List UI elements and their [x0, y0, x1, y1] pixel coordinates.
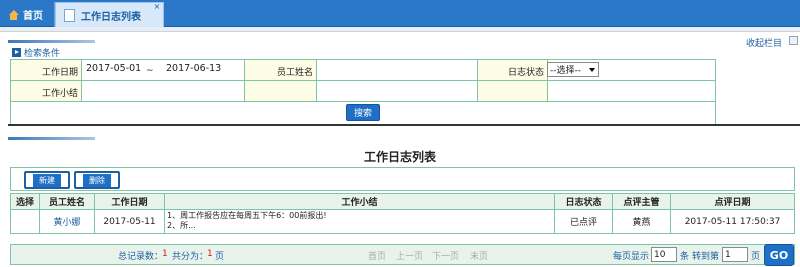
- tab-home-label: 首页: [23, 11, 43, 22]
- new-button[interactable]: 新建: [24, 171, 70, 189]
- per-page-label: 每页显示: [613, 252, 650, 262]
- grid-line: [715, 59, 716, 125]
- col-header-status[interactable]: 日志状态: [555, 194, 613, 209]
- total-pages-label: 共分为：: [172, 252, 209, 262]
- total-records-value: 1: [162, 249, 168, 259]
- summary-line-1: 1、周工作报告应在每周五下午6：00前报出!: [167, 211, 327, 220]
- collapse-link[interactable]: 收起栏目: [746, 36, 782, 49]
- grid-line: [81, 59, 82, 102]
- reviewer-cell: 黄燕: [613, 210, 671, 233]
- per-page-unit: 条: [680, 252, 690, 262]
- log-status-selected: --选择--: [550, 66, 581, 76]
- section-strip: [8, 137, 95, 140]
- go-button[interactable]: GO: [764, 244, 794, 266]
- document-icon: [64, 8, 75, 22]
- work-date-cell: 2017-05-11: [95, 210, 165, 233]
- delete-button-label: 删除: [83, 173, 111, 187]
- date-from-input[interactable]: 2017-05-01: [86, 63, 141, 74]
- tab-subbar: [0, 27, 800, 32]
- search-title-label: 检索条件: [24, 49, 61, 59]
- goto-unit: 页: [751, 252, 761, 262]
- col-header-select: 选择: [11, 194, 40, 209]
- goto-page-input[interactable]: 1: [722, 247, 748, 262]
- label-cell: [477, 81, 547, 101]
- grid-line: [10, 101, 716, 102]
- prev-page-link[interactable]: 上一页: [396, 249, 423, 262]
- next-page-link[interactable]: 下一页: [432, 249, 459, 262]
- grid-line: [10, 80, 716, 81]
- total-pages-value: 1: [207, 249, 213, 259]
- search-button[interactable]: 搜索: [346, 104, 380, 121]
- first-page-link[interactable]: 首页: [368, 249, 386, 262]
- close-icon[interactable]: ×: [152, 2, 162, 12]
- col-header-summary[interactable]: 工作小结: [165, 194, 555, 209]
- tab-work-log-list-label: 工作日志列表: [81, 11, 141, 23]
- employee-name-input[interactable]: [318, 62, 474, 78]
- work-date-label: 工作日期: [41, 68, 78, 78]
- employee-name-link[interactable]: 黄小娜: [40, 210, 95, 233]
- list-toolbar: [10, 167, 795, 191]
- total-records-label: 总记录数：: [118, 252, 164, 262]
- col-header-name[interactable]: 员工姓名: [40, 194, 95, 209]
- collapse-icon[interactable]: [789, 36, 798, 45]
- col-header-review-date[interactable]: 点评日期: [671, 194, 794, 209]
- grid-line: [316, 59, 317, 102]
- col-header-date[interactable]: 工作日期: [95, 194, 165, 209]
- grid-line: [10, 59, 716, 60]
- new-button-label: 新建: [33, 173, 61, 187]
- last-page-link[interactable]: 末页: [470, 249, 488, 262]
- section-divider: [8, 124, 800, 126]
- log-status-cell: 已点评: [555, 210, 613, 233]
- summary-line-2: 2、所...: [167, 221, 196, 230]
- log-status-select[interactable]: --选择--: [547, 62, 599, 77]
- employee-name-label: 员工姓名: [276, 68, 313, 78]
- goto-label: 转到第: [692, 252, 720, 262]
- work-summary-cell: 1、周工作报告应在每周五下午6：00前报出! 2、所...: [165, 210, 555, 233]
- delete-button[interactable]: 删除: [74, 171, 120, 189]
- date-separator: ~: [146, 66, 154, 76]
- row-select-cell[interactable]: [11, 210, 40, 233]
- search-section-title: 检索条件: [12, 46, 60, 59]
- section-strip: [8, 40, 95, 43]
- tab-home[interactable]: 首页: [0, 2, 55, 27]
- play-icon: [12, 48, 21, 57]
- total-pages-unit: 页: [215, 252, 225, 262]
- work-summary-label: 工作小结: [41, 89, 78, 99]
- tab-work-log-list[interactable]: 工作日志列表: [55, 2, 164, 27]
- date-to-input[interactable]: 2017-06-13: [166, 63, 221, 74]
- work-summary-input[interactable]: [84, 83, 240, 99]
- list-title: 工作日志列表: [363, 150, 436, 164]
- col-header-reviewer[interactable]: 点评主管: [613, 194, 671, 209]
- chevron-down-icon: [589, 67, 595, 72]
- review-date-cell: 2017-05-11 17:50:37: [684, 216, 781, 227]
- home-icon: [8, 9, 19, 20]
- log-status-label: 日志状态: [507, 68, 544, 78]
- label-cell: [244, 81, 316, 101]
- per-page-input[interactable]: 10: [651, 247, 677, 262]
